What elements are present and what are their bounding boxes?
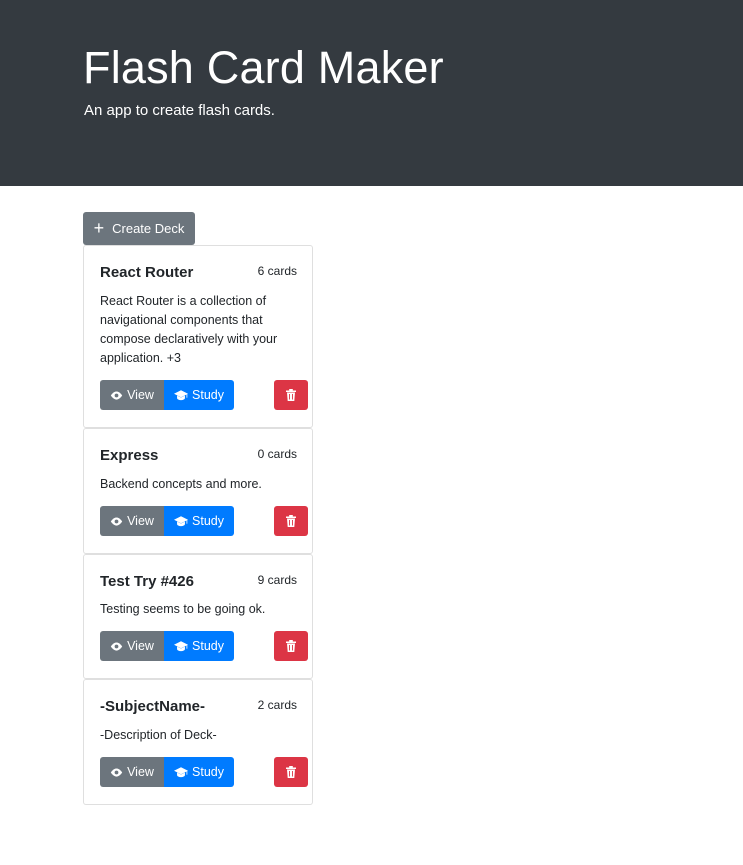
deck-name: -SubjectName-	[100, 698, 206, 715]
study-label: Study	[192, 639, 224, 653]
delete-deck-button[interactable]	[274, 380, 308, 410]
page-subtitle: An app to create flash cards.	[84, 102, 275, 119]
study-label: Study	[192, 388, 224, 402]
graduation-cap-icon	[174, 640, 189, 652]
deck-name: React Router	[100, 264, 194, 281]
delete-deck-button[interactable]	[274, 631, 308, 661]
create-deck-button[interactable]: + Create Deck	[83, 212, 195, 245]
view-label: View	[127, 765, 154, 779]
deck-card: Express 0 cards Backend concepts and mor…	[83, 428, 313, 554]
deck-description: React Router is a collection of navigati…	[100, 294, 278, 365]
eye-icon	[110, 390, 123, 400]
eye-icon	[110, 516, 123, 526]
plus-icon: +	[93, 217, 105, 238]
jumbotron-header: Flash Card Maker An app to create flash …	[0, 0, 743, 186]
deck-card-count: 2 cards	[257, 698, 297, 712]
trash-icon	[286, 389, 296, 401]
deck-card: -SubjectName- 2 cards -Description of De…	[83, 679, 313, 805]
trash-icon	[286, 766, 296, 778]
deck-card-count: 6 cards	[257, 264, 297, 278]
graduation-cap-icon	[174, 766, 189, 778]
deck-description: Backend concepts and more.	[100, 477, 262, 491]
view-label: View	[127, 514, 154, 528]
view-deck-button[interactable]: View	[100, 757, 164, 787]
graduation-cap-icon	[174, 515, 189, 527]
deck-name: Express	[100, 447, 159, 464]
delete-deck-button[interactable]	[274, 757, 308, 787]
trash-icon	[286, 640, 296, 652]
eye-icon	[110, 641, 123, 651]
delete-deck-button[interactable]	[274, 506, 308, 536]
view-deck-button[interactable]: View	[100, 631, 164, 661]
deck-description: -Description of Deck-	[100, 728, 217, 742]
view-deck-button[interactable]: View	[100, 380, 164, 410]
study-label: Study	[192, 765, 224, 779]
page-title: Flash Card Maker	[83, 42, 444, 93]
graduation-cap-icon	[174, 389, 189, 401]
view-label: View	[127, 388, 154, 402]
view-label: View	[127, 639, 154, 653]
study-deck-button[interactable]: Study	[164, 380, 234, 410]
create-deck-label: Create Deck	[112, 221, 185, 236]
eye-icon	[110, 767, 123, 777]
trash-icon	[286, 515, 296, 527]
study-deck-button[interactable]: Study	[164, 506, 234, 536]
deck-name: Test Try #426	[100, 573, 194, 590]
deck-card-count: 0 cards	[257, 447, 297, 461]
view-deck-button[interactable]: View	[100, 506, 164, 536]
deck-description: Testing seems to be going ok.	[100, 602, 266, 616]
study-deck-button[interactable]: Study	[164, 631, 234, 661]
deck-card: Test Try #426 9 cards Testing seems to b…	[83, 554, 313, 679]
study-deck-button[interactable]: Study	[164, 757, 234, 787]
deck-card-count: 9 cards	[257, 573, 297, 587]
study-label: Study	[192, 514, 224, 528]
deck-card: React Router 6 cards React Router is a c…	[83, 245, 313, 428]
